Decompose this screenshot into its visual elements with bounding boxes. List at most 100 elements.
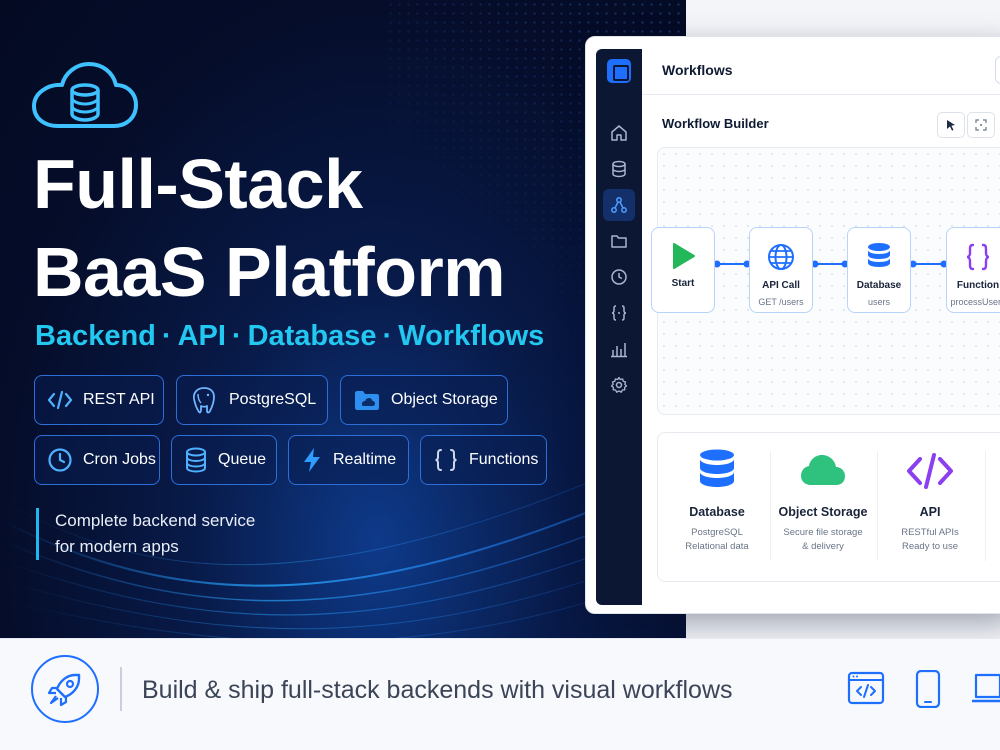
- feature-label: Functions: [469, 451, 539, 468]
- lightning-icon: [304, 448, 320, 472]
- subtitle-api: API: [177, 320, 226, 352]
- postgresql-elephant-icon: [192, 387, 215, 414]
- bottom-tagline: Build & ship full-stack backends with vi…: [142, 676, 733, 704]
- card-title: Object Storage: [778, 505, 868, 519]
- node-label: API Call: [762, 280, 800, 291]
- rocket-badge: [31, 655, 99, 723]
- subtitle-separator: ·: [231, 320, 242, 352]
- node-subtitle: processUsers: [950, 297, 1000, 307]
- code-icon: [47, 390, 73, 410]
- app-window: Workflows Workflow Builder Start API Cal…: [585, 36, 1000, 614]
- service-card-database[interactable]: Database PostgreSQL Relational data: [664, 449, 770, 554]
- sidebar-item-workflows[interactable]: [603, 189, 635, 221]
- hero-title-line2: BaaS Platform: [33, 233, 505, 311]
- card-description: Secure file storage & delivery: [783, 526, 862, 554]
- node-label: Database: [856, 280, 902, 291]
- sidebar-item-functions[interactable]: [603, 297, 635, 329]
- curly-braces-icon: [435, 449, 457, 471]
- globe-icon: [768, 244, 794, 270]
- feature-label: Queue: [218, 451, 267, 468]
- feature-chip-cron-jobs: Cron Jobs: [34, 435, 160, 485]
- database-stack-icon: [186, 447, 206, 473]
- tagline-line2: for modern apps: [55, 537, 179, 556]
- mobile-icon: [915, 670, 941, 708]
- sidebar-item-analytics[interactable]: [603, 333, 635, 365]
- app-header: Workflows: [642, 37, 1000, 95]
- hero-banner: Full-Stack BaaS Platform Backend · API · Dat…: [0, 0, 686, 638]
- database-icon: [700, 449, 734, 487]
- cloud-folder-icon: [355, 391, 379, 410]
- subtitle-separator: ·: [161, 320, 172, 352]
- sidebar-item-schedules[interactable]: [603, 261, 635, 293]
- sidebar-item-settings[interactable]: [603, 369, 635, 401]
- feature-chip-object-storage: Object Storage: [340, 375, 508, 425]
- home-icon: [611, 125, 627, 141]
- sidebar-item-database[interactable]: [603, 153, 635, 185]
- feature-chip-functions: Functions: [420, 435, 547, 485]
- clock-icon: [611, 269, 627, 285]
- card-title: Database: [689, 505, 745, 519]
- subtitle-backend: Backend: [35, 320, 156, 352]
- card-desc-line: PostgreSQL: [691, 527, 743, 538]
- settings-icon: [610, 376, 628, 393]
- card-divider: [985, 451, 986, 561]
- curly-braces-icon: [966, 243, 990, 271]
- select-tool-button[interactable]: [937, 112, 965, 138]
- node-label: Function: [956, 280, 1000, 291]
- workflow-node-function[interactable]: Function processUsers: [946, 227, 1000, 313]
- bottom-separator: [120, 667, 122, 711]
- database-icon: [612, 160, 626, 178]
- workflow-node-api-call[interactable]: API Call GET /users: [749, 227, 813, 313]
- service-card-object-storage[interactable]: Object Storage Secure file storage & deli…: [770, 449, 876, 554]
- function-icon: [611, 305, 627, 321]
- page-title: Workflows: [662, 62, 733, 78]
- card-desc-line: Relational data: [685, 541, 749, 552]
- sidebar-item-home[interactable]: [603, 117, 635, 149]
- workflow-icon: [611, 197, 627, 213]
- feature-chip-postgresql: PostgreSQL: [176, 375, 328, 425]
- cloud-icon: [801, 455, 845, 485]
- hero-title: Full-Stack BaaS Platform: [33, 140, 505, 316]
- cursor-icon: [947, 120, 955, 131]
- card-desc-line: & delivery: [802, 541, 844, 552]
- rocket-icon: [47, 673, 81, 707]
- feature-label: PostgreSQL: [229, 391, 317, 408]
- card-desc-line: Ready to use: [902, 541, 958, 552]
- fit-view-icon: [975, 119, 987, 131]
- card-desc-line: RESTful APIs: [901, 527, 959, 538]
- service-card-api[interactable]: API RESTful APIs Ready to use: [877, 449, 983, 554]
- workflow-canvas[interactable]: Start API Call GET /users Database users…: [651, 147, 1000, 415]
- feature-chip-realtime: Realtime: [288, 435, 409, 485]
- code-icon: [907, 453, 953, 489]
- card-description: PostgreSQL Relational data: [685, 526, 748, 554]
- database-icon: [868, 243, 890, 267]
- clock-icon: [48, 448, 72, 472]
- subtitle-workflows: Workflows: [398, 320, 545, 352]
- workflow-node-database[interactable]: Database users: [847, 227, 911, 313]
- card-title: API: [919, 505, 941, 519]
- browser-code-icon: [847, 671, 885, 705]
- hero-subtitle: Backend · API · Database · Workflows: [35, 320, 544, 353]
- folder-icon: [611, 235, 627, 248]
- play-icon: [673, 243, 695, 269]
- feature-chip-queue: Queue: [171, 435, 277, 485]
- fit-view-button[interactable]: [967, 112, 995, 138]
- bottom-bar: Build & ship full-stack backends with vi…: [0, 638, 1000, 750]
- node-label: Start: [671, 278, 695, 289]
- run-workflow-button[interactable]: [995, 56, 1000, 84]
- feature-label: Object Storage: [391, 391, 498, 408]
- tagline-line1: Complete backend service: [55, 511, 256, 530]
- app-sidebar: [596, 49, 642, 605]
- sidebar-item-files[interactable]: [603, 225, 635, 257]
- feature-label: Realtime: [333, 451, 397, 468]
- feature-chip-rest-api: REST API: [34, 375, 164, 425]
- node-subtitle: GET /users: [758, 297, 804, 307]
- workflow-node-start[interactable]: Start: [651, 227, 715, 313]
- laptop-icon: [972, 673, 1000, 703]
- app-logo[interactable]: [607, 59, 631, 83]
- feature-label: REST API: [83, 391, 155, 408]
- feature-label: Cron Jobs: [83, 451, 156, 468]
- subtitle-separator: ·: [382, 320, 393, 352]
- card-description: RESTful APIs Ready to use: [901, 526, 959, 554]
- cloud-database-icon: [32, 62, 138, 128]
